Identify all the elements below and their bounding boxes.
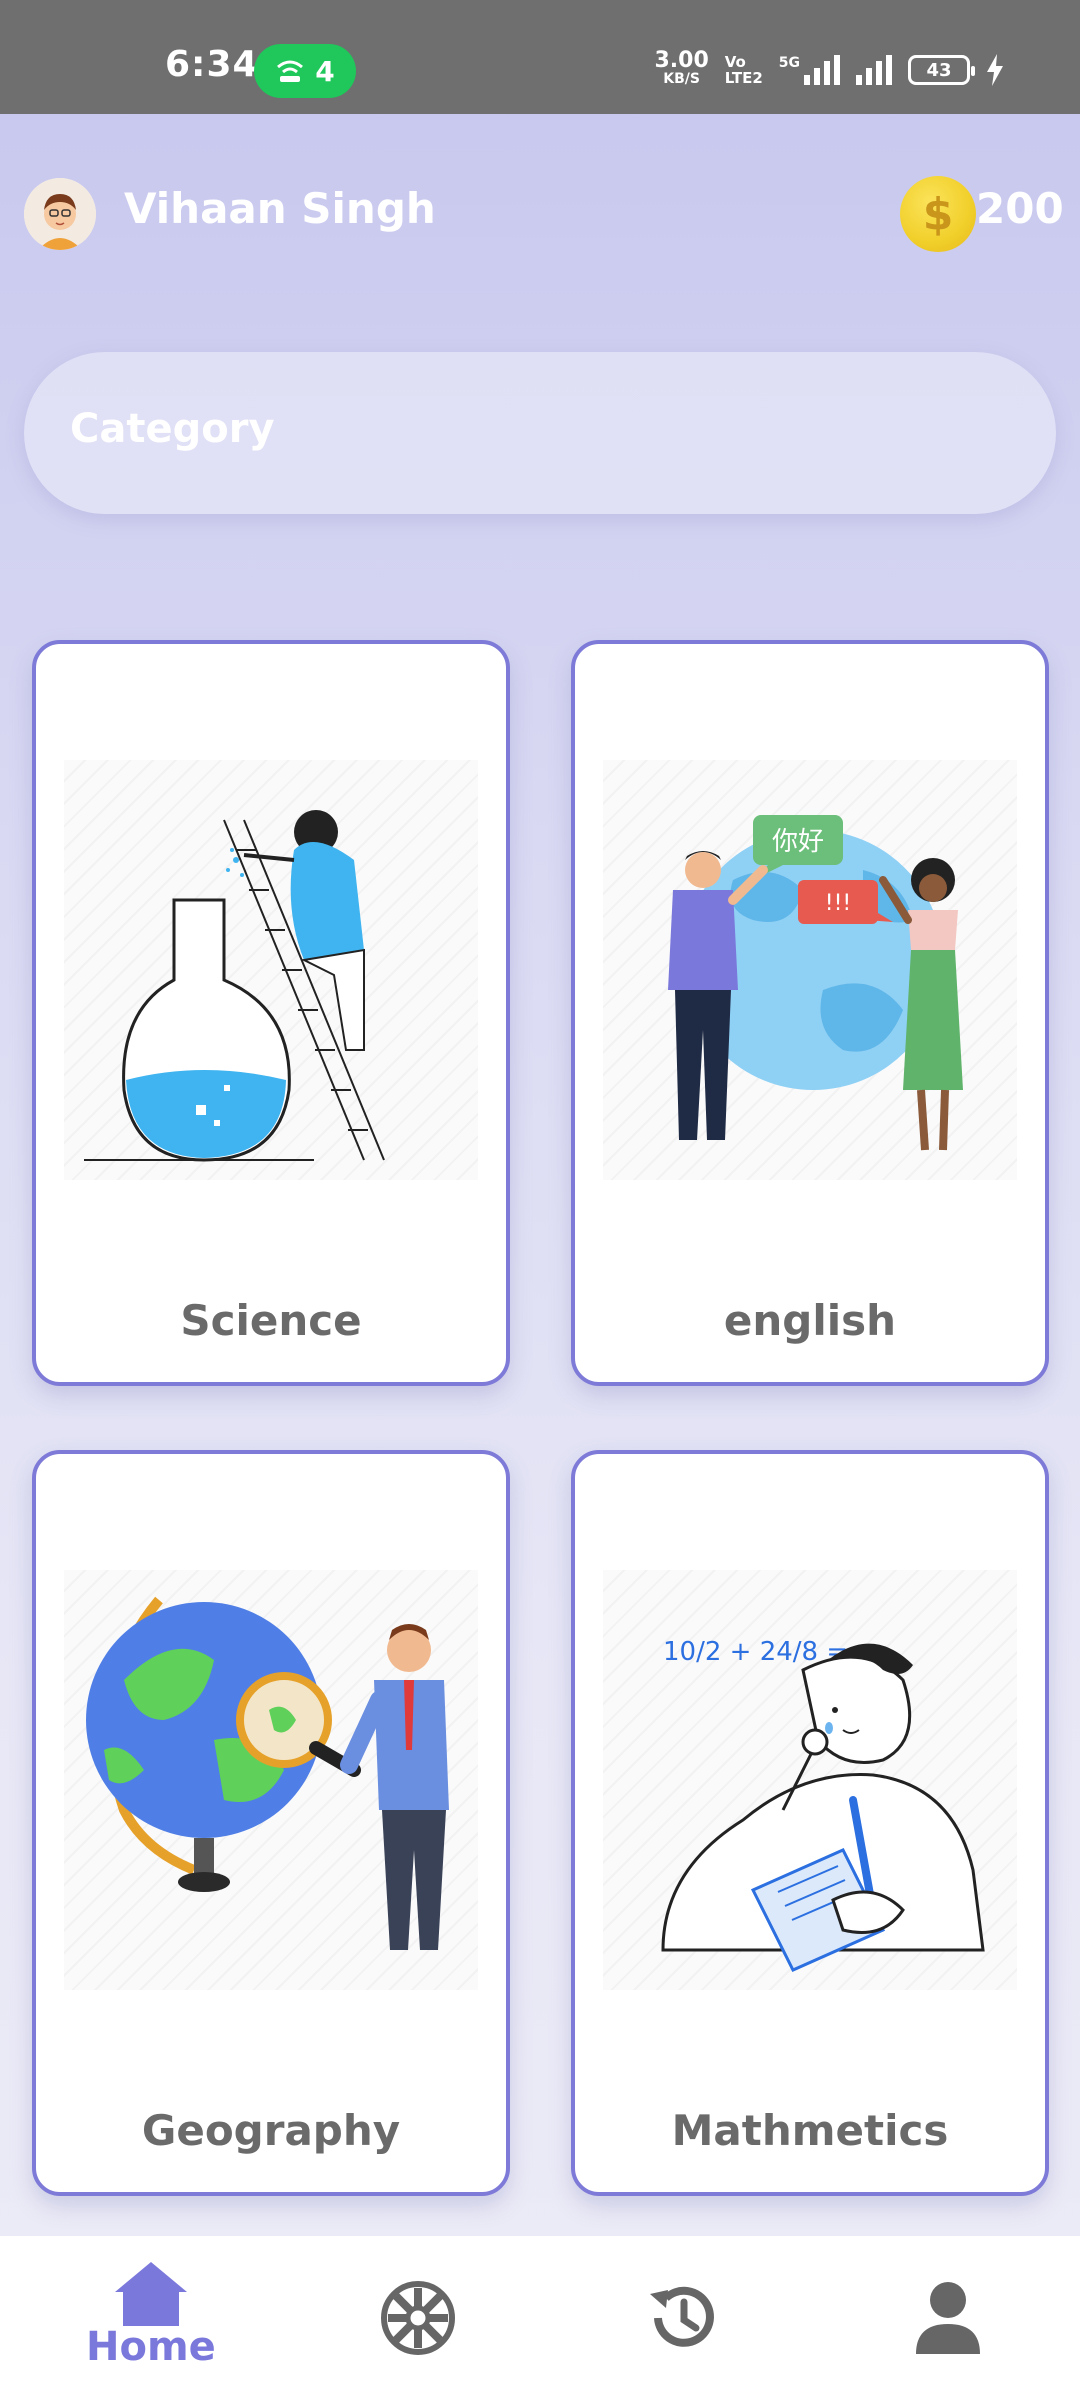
spin-wheel-icon xyxy=(381,2281,455,2355)
profile-icon xyxy=(916,2282,980,2354)
volte-bottom: LTE2 xyxy=(724,69,763,87)
nav-history[interactable] xyxy=(646,2280,722,2356)
english-bubble-2: !!! xyxy=(825,891,851,916)
category-card-english[interactable]: 你好 !!! english xyxy=(571,640,1049,1386)
category-card-mathmetics[interactable]: 10/2 + 24/8 = x Mathmetics xyxy=(571,1450,1049,2196)
status-time: 6:34 xyxy=(165,44,259,85)
category-title: Mathmetics xyxy=(671,2106,949,2155)
user-name: Vihaan Singh xyxy=(124,184,436,233)
english-bubble-1: 你好 xyxy=(772,827,824,857)
coin-icon: $ xyxy=(900,176,976,252)
net-speed-unit: KB/S xyxy=(663,71,700,87)
science-flask-illustration xyxy=(64,760,478,1180)
status-bar: 6:34 4 3.00 KB/S Vo LTE2 5G 43 xyxy=(0,0,1080,114)
network-type: 5G xyxy=(778,55,800,71)
bottom-nav: Home xyxy=(0,2236,1080,2400)
hotspot-count: 4 xyxy=(315,54,335,88)
nav-spin[interactable] xyxy=(380,2280,456,2356)
math-thinker-illustration: 10/2 + 24/8 = x xyxy=(603,1570,1017,1990)
category-bar: Category xyxy=(24,352,1056,514)
globe-magnifier-illustration xyxy=(64,1570,478,1990)
charging-icon xyxy=(987,54,1003,86)
network-speed: 3.00 KB/S xyxy=(654,48,709,88)
coin-count: 200 xyxy=(976,184,1064,233)
category-title: Science xyxy=(180,1296,362,1345)
battery-icon: 43 xyxy=(908,55,975,85)
category-label: Category xyxy=(70,406,275,452)
net-speed-value: 3.00 xyxy=(654,48,709,73)
signal-icon-2 xyxy=(856,55,892,85)
avatar[interactable] xyxy=(24,178,96,250)
category-card-geography[interactable]: Geography xyxy=(32,1450,510,2196)
status-icons: 3.00 KB/S Vo LTE2 5G 43 xyxy=(654,48,1004,88)
category-card-science[interactable]: Science xyxy=(32,640,510,1386)
home-icon xyxy=(114,2262,187,2326)
nav-home[interactable]: Home xyxy=(86,2258,216,2370)
coin-symbol: $ xyxy=(922,188,954,240)
history-icon xyxy=(650,2286,714,2347)
signal-icon-1 xyxy=(804,55,840,85)
category-title: Geography xyxy=(141,2106,401,2155)
volte-indicator: Vo LTE2 xyxy=(725,54,763,86)
volte-top: Vo xyxy=(724,53,746,71)
language-globe-illustration: 你好 !!! xyxy=(603,760,1017,1180)
category-title: english xyxy=(723,1296,897,1345)
avatar-icon xyxy=(24,178,96,250)
nav-profile[interactable] xyxy=(912,2280,984,2356)
battery-level: 43 xyxy=(926,59,952,81)
hotspot-icon xyxy=(277,60,304,82)
nav-home-label: Home xyxy=(86,2324,216,2370)
hotspot-indicator[interactable]: 4 xyxy=(254,44,356,98)
